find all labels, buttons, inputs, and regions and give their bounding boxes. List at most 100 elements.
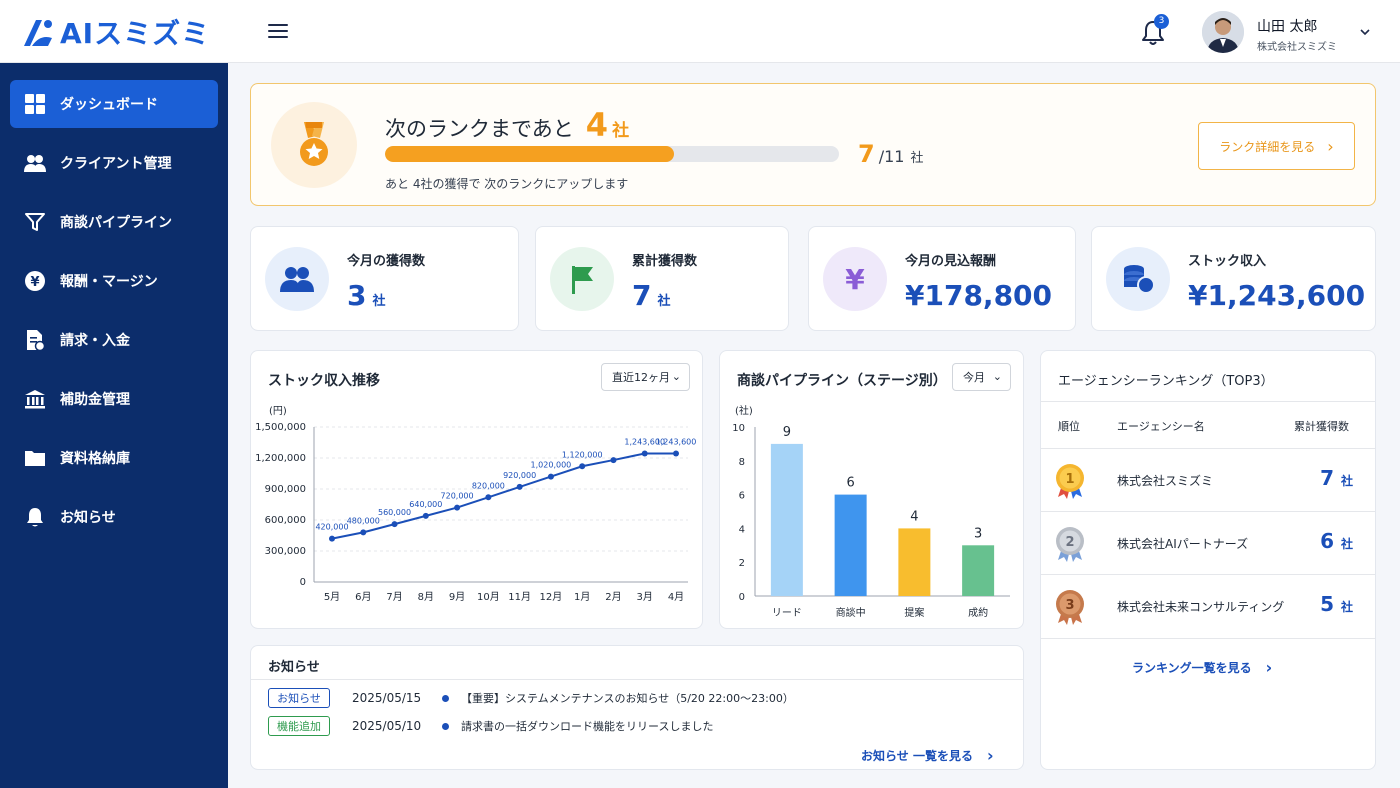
news-item[interactable]: 機能追加 2025/05/10 請求書の一括ダウンロード機能をリリースしました — [268, 716, 713, 736]
data-point — [391, 521, 398, 528]
kpi-value-unit: 社 — [657, 294, 671, 309]
kpi-value-number: 3 — [347, 279, 367, 312]
gold-medal-icon: 1 — [1056, 464, 1084, 499]
bullet-icon — [442, 694, 449, 702]
data-point — [547, 473, 554, 480]
sidebar-item-label: 報酬・マージン — [60, 274, 158, 290]
rank-details-button-label: ランク詳細を見る — [1219, 139, 1316, 154]
folder-icon — [23, 446, 47, 470]
data-point — [485, 494, 492, 501]
pipeline-chart-panel: 商談パイプライン（ステージ別） 今月 ⌄ (社) 10 8 6 4 2 0 9 リード 6 商談中 4… — [719, 350, 1024, 629]
sidebar-item-pipeline[interactable]: 商談パイプライン — [10, 198, 218, 246]
bar-value-label: 9 — [783, 425, 791, 440]
sidebar-item-label: 請求・入金 — [60, 333, 130, 349]
sidebar-item-notices[interactable]: お知らせ — [10, 493, 218, 541]
x-tick-label: リード — [772, 608, 802, 619]
data-point — [516, 483, 523, 490]
top-header: AIスミズミ 3 山田 太郎 株式会社スミズミ — [0, 0, 1400, 63]
ranking-list-link[interactable]: ランキング一覧を見る › — [1132, 658, 1272, 677]
news-item[interactable]: お知らせ 2025/05/15 【重要】システムメンテナンスのお知らせ（5/20… — [268, 688, 794, 708]
kpi-value: 3 社 — [347, 279, 386, 312]
rank-total: /11 — [878, 147, 905, 166]
hamburger-menu-icon[interactable] — [266, 20, 290, 44]
x-tick-label: 7月 — [386, 591, 402, 603]
y-tick-label: 0 — [739, 592, 745, 603]
ranking-agency-name: 株式会社未来コンサルティング — [1117, 600, 1285, 614]
x-tick-label: 12月 — [540, 591, 563, 603]
data-label: 560,000 — [378, 508, 411, 517]
ranking-agency-name: 株式会社AIパートナーズ — [1117, 537, 1249, 551]
rank-current: 7 — [858, 140, 875, 168]
silver-medal-icon: 2 — [1056, 527, 1084, 562]
ranking-value-unit: 社 — [1340, 474, 1353, 488]
sidebar-item-label: 資料格納庫 — [60, 451, 130, 467]
sidebar-item-subsidies[interactable]: 補助金管理 — [10, 375, 218, 423]
kpi-value-number: 7 — [632, 279, 652, 312]
chevron-right-icon: › — [986, 746, 994, 765]
kpi-value-number: ¥178,800 — [905, 279, 1053, 312]
sidebar-item-label: お知らせ — [60, 510, 116, 526]
flag-icon — [550, 247, 614, 311]
rank-count-unit: 社 — [910, 151, 924, 166]
news-tag: 機能追加 — [268, 716, 330, 736]
x-tick-label: 1月 — [574, 591, 590, 603]
y-axis-label: (社) — [735, 404, 753, 417]
rank-remaining-unit: 社 — [612, 121, 630, 141]
kpi-label: ストック収入 — [1188, 254, 1267, 269]
rank-details-button[interactable]: ランク詳細を見る › — [1198, 122, 1355, 170]
svg-text:3: 3 — [1065, 598, 1074, 613]
pipeline-bar-chart: (社) 10 8 6 4 2 0 9 リード 6 商談中 4 提案 3 成約 — [732, 404, 1010, 619]
data-label: 480,000 — [347, 516, 380, 525]
x-tick-label: 10月 — [477, 591, 500, 603]
stock-income-line-chart: (円) 1,500,000 1,200,000 900,000 600,000 300,0… — [255, 406, 696, 603]
ranking-row[interactable]: 1 株式会社スミズミ 7 社 — [1041, 448, 1375, 511]
user-avatar[interactable] — [1202, 11, 1244, 53]
ranking-column-rank: 順位 — [1058, 420, 1080, 433]
y-tick-label: 10 — [732, 423, 745, 434]
news-text: 【重要】システムメンテナンスのお知らせ（5/20 22:00〜23:00） — [461, 692, 794, 705]
rank-progress-banner: 次のランクまであと 4 社 7 /11 社 あと 4社の獲得で 次のランクにアッ… — [250, 83, 1376, 206]
coins-icon — [1106, 247, 1170, 311]
ranking-list-link-label: ランキング一覧を見る — [1132, 661, 1252, 675]
svg-text:1: 1 — [1065, 472, 1074, 487]
data-point — [360, 529, 367, 536]
data-point — [641, 450, 648, 457]
users-icon — [23, 151, 47, 175]
x-tick-label: 商談中 — [836, 606, 866, 619]
user-menu-chevron-down-icon[interactable] — [1359, 26, 1371, 38]
y-tick-label: 0 — [300, 577, 306, 588]
ranking-row[interactable]: 3 株式会社未来コンサルティング 5 社 — [1041, 574, 1375, 637]
data-point — [579, 463, 586, 470]
ranking-value: 7 社 — [1320, 466, 1353, 490]
kpi-card-expected-reward: ¥ 今月の見込報酬 ¥178,800 — [808, 226, 1076, 331]
ranking-agency-name: 株式会社スミズミ — [1117, 474, 1214, 488]
sidebar-item-rewards[interactable]: ¥ 報酬・マージン — [10, 257, 218, 305]
bar — [898, 528, 931, 596]
kpi-label: 累計獲得数 — [632, 254, 698, 269]
rank-title: 次のランクまであと 4 社 — [385, 106, 629, 144]
ranking-value-number: 6 — [1320, 529, 1334, 553]
sidebar-item-label: 商談パイプライン — [60, 215, 172, 231]
bar-value-label: 6 — [846, 476, 854, 491]
ranking-value-number: 7 — [1320, 466, 1334, 490]
y-tick-label: 600,000 — [265, 515, 306, 526]
app-logo[interactable]: AIスミズミ — [22, 12, 210, 52]
y-tick-label: 8 — [739, 457, 745, 468]
users-icon — [265, 247, 329, 311]
sidebar-item-clients[interactable]: クライアント管理 — [10, 139, 218, 187]
kpi-value: 7 社 — [632, 279, 671, 312]
x-tick-label: 8月 — [418, 591, 434, 603]
data-label: 1,020,000 — [531, 461, 572, 470]
sidebar-item-documents[interactable]: 資料格納庫 — [10, 434, 218, 482]
user-name: 山田 太郎 — [1257, 19, 1318, 35]
y-tick-label: 1,200,000 — [255, 453, 306, 464]
data-point — [454, 504, 461, 511]
news-list-link[interactable]: お知らせ 一覧を見る › — [861, 746, 994, 765]
sidebar-item-dashboard[interactable]: ダッシュボード — [10, 80, 218, 128]
bar — [834, 494, 867, 596]
sidebar-item-billing[interactable]: 請求・入金 — [10, 316, 218, 364]
rank-subtext: あと 4社の獲得で 次のランクにアップします — [385, 177, 629, 191]
kpi-value-number: ¥1,243,600 — [1188, 279, 1366, 312]
ranking-row[interactable]: 2 株式会社AIパートナーズ 6 社 — [1041, 511, 1375, 574]
data-point — [673, 450, 679, 457]
